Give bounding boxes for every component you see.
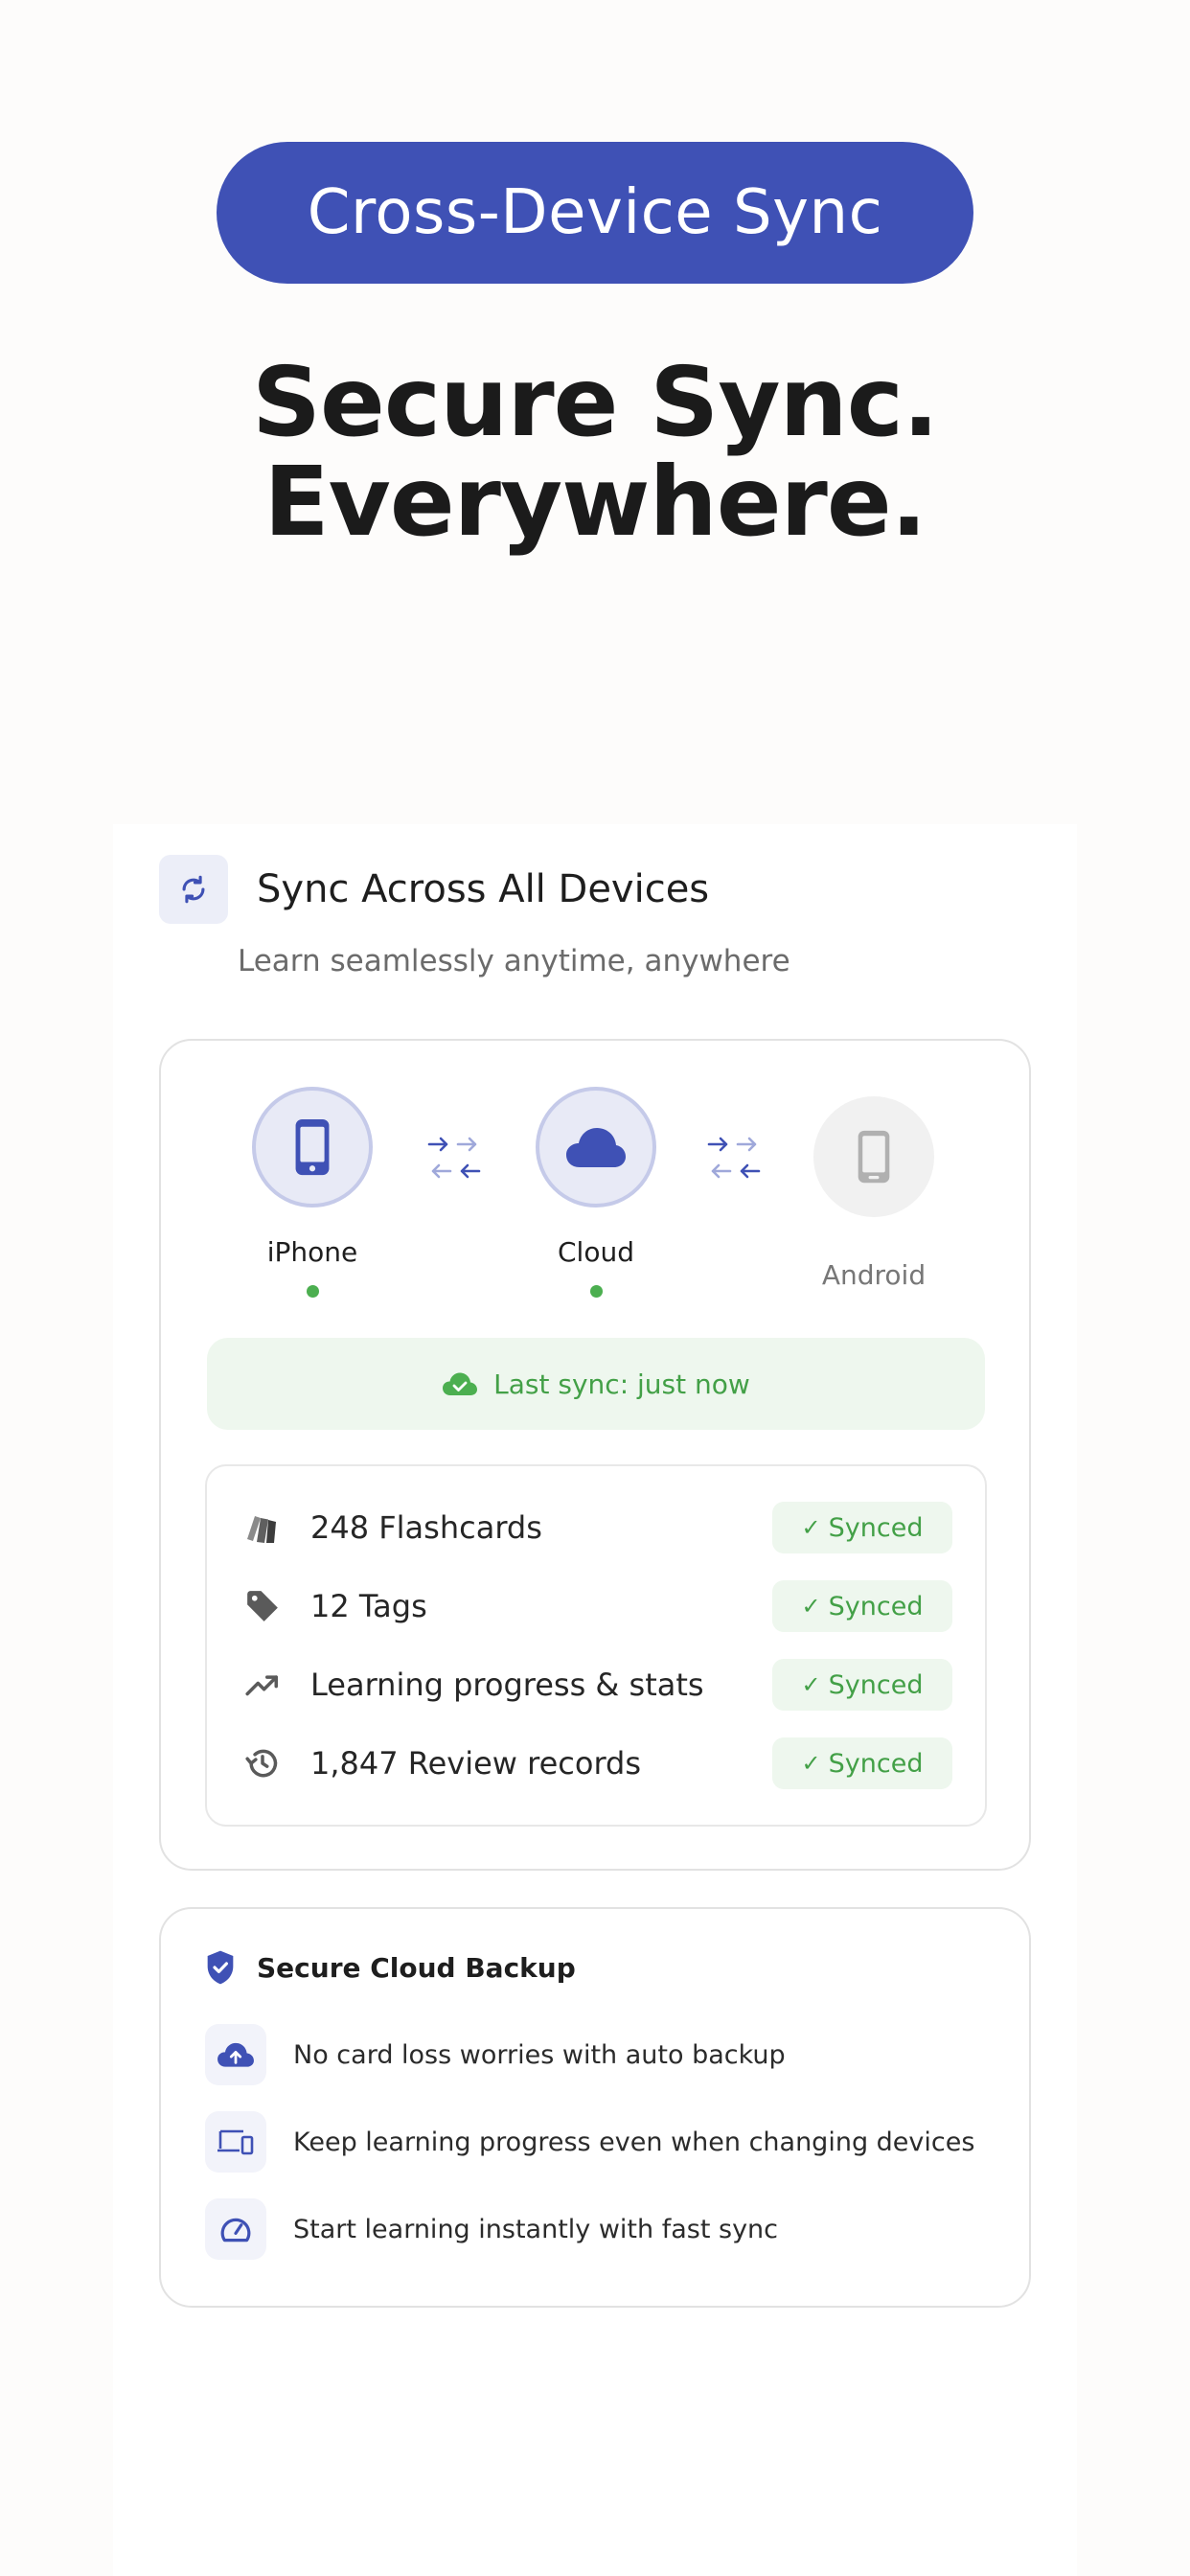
section-title: Sync Across All Devices xyxy=(257,867,710,911)
headline-line-1: Secure Sync. xyxy=(252,346,939,458)
sync-item-label: 12 Tags xyxy=(310,1588,427,1624)
feature-pill-label: Cross-Device Sync xyxy=(307,177,883,248)
status-badge: ✓ Synced xyxy=(772,1502,952,1553)
device-label-cloud: Cloud xyxy=(558,1236,634,1268)
device-android[interactable]: Android xyxy=(812,1096,935,1291)
list-item: 248 Flashcards ✓ Synced xyxy=(243,1501,952,1554)
devices-icon xyxy=(205,2111,266,2173)
device-cloud[interactable]: Cloud xyxy=(535,1087,657,1298)
tag-icon xyxy=(243,1587,282,1625)
speedometer-icon xyxy=(205,2198,266,2260)
sync-items-list: 248 Flashcards ✓ Synced 12 Tags ✓ Synced L… xyxy=(205,1464,987,1827)
list-item: No card loss worries with auto backup xyxy=(205,2024,786,2085)
secure-backup-card: Secure Cloud Backup No card loss worries… xyxy=(159,1907,1031,2308)
device-label-android: Android xyxy=(821,1259,927,1291)
device-label-iphone: iPhone xyxy=(266,1236,358,1268)
section-header: Sync Across All Devices xyxy=(159,855,709,924)
trending-up-icon xyxy=(243,1666,282,1704)
backup-item-text: No card loss worries with auto backup xyxy=(293,2039,786,2070)
connected-dot xyxy=(589,1285,603,1298)
shield-check-icon xyxy=(207,1950,234,1985)
list-item: Learning progress & stats ✓ Synced xyxy=(243,1658,952,1712)
backup-item-text: Keep learning progress even when changin… xyxy=(293,2127,975,2157)
device-android-circle xyxy=(813,1096,934,1217)
status-badge: ✓ Synced xyxy=(772,1737,952,1789)
backup-item-text: Start learning instantly with fast sync xyxy=(293,2214,778,2244)
cloud-icon xyxy=(566,1128,626,1167)
section-subtitle: Learn seamlessly anytime, anywhere xyxy=(238,944,790,978)
sync-arrows-icon xyxy=(427,1137,481,1179)
sync-item-label: 248 Flashcards xyxy=(310,1509,542,1546)
sync-arrows-icon xyxy=(707,1137,761,1179)
sync-item-label: Learning progress & stats xyxy=(310,1667,704,1703)
last-sync-banner: Last sync: just now xyxy=(207,1338,985,1430)
list-item: 12 Tags ✓ Synced xyxy=(243,1579,952,1633)
status-badge: ✓ Synced xyxy=(772,1659,952,1711)
device-iphone[interactable]: iPhone xyxy=(251,1087,374,1298)
history-icon xyxy=(243,1744,282,1782)
device-cloud-circle xyxy=(536,1087,656,1208)
cloud-upload-icon xyxy=(205,2024,266,2085)
backup-header: Secure Cloud Backup xyxy=(205,1949,576,1986)
android-phone-icon xyxy=(858,1130,890,1184)
last-sync-text: Last sync: just now xyxy=(493,1368,750,1400)
feature-pill: Cross-Device Sync xyxy=(217,142,973,284)
flashcards-icon xyxy=(243,1508,282,1547)
backup-title: Secure Cloud Backup xyxy=(257,1951,576,1984)
phone-icon xyxy=(295,1118,330,1176)
headline-line-2: Everywhere. xyxy=(263,446,927,558)
list-item: 1,847 Review records ✓ Synced xyxy=(243,1736,952,1790)
cloud-check-icon xyxy=(443,1372,478,1395)
sync-status-card: iPhone Cloud Android Last sync: just now… xyxy=(159,1039,1031,1871)
list-item: Start learning instantly with fast sync xyxy=(205,2198,778,2260)
page-headline: Secure Sync. Everywhere. xyxy=(0,353,1190,552)
list-item: Keep learning progress even when changin… xyxy=(205,2111,974,2173)
status-badge: ✓ Synced xyxy=(772,1580,952,1632)
device-iphone-circle xyxy=(252,1087,373,1208)
sync-icon xyxy=(159,855,228,924)
connected-dot xyxy=(306,1285,319,1298)
sync-item-label: 1,847 Review records xyxy=(310,1745,642,1782)
